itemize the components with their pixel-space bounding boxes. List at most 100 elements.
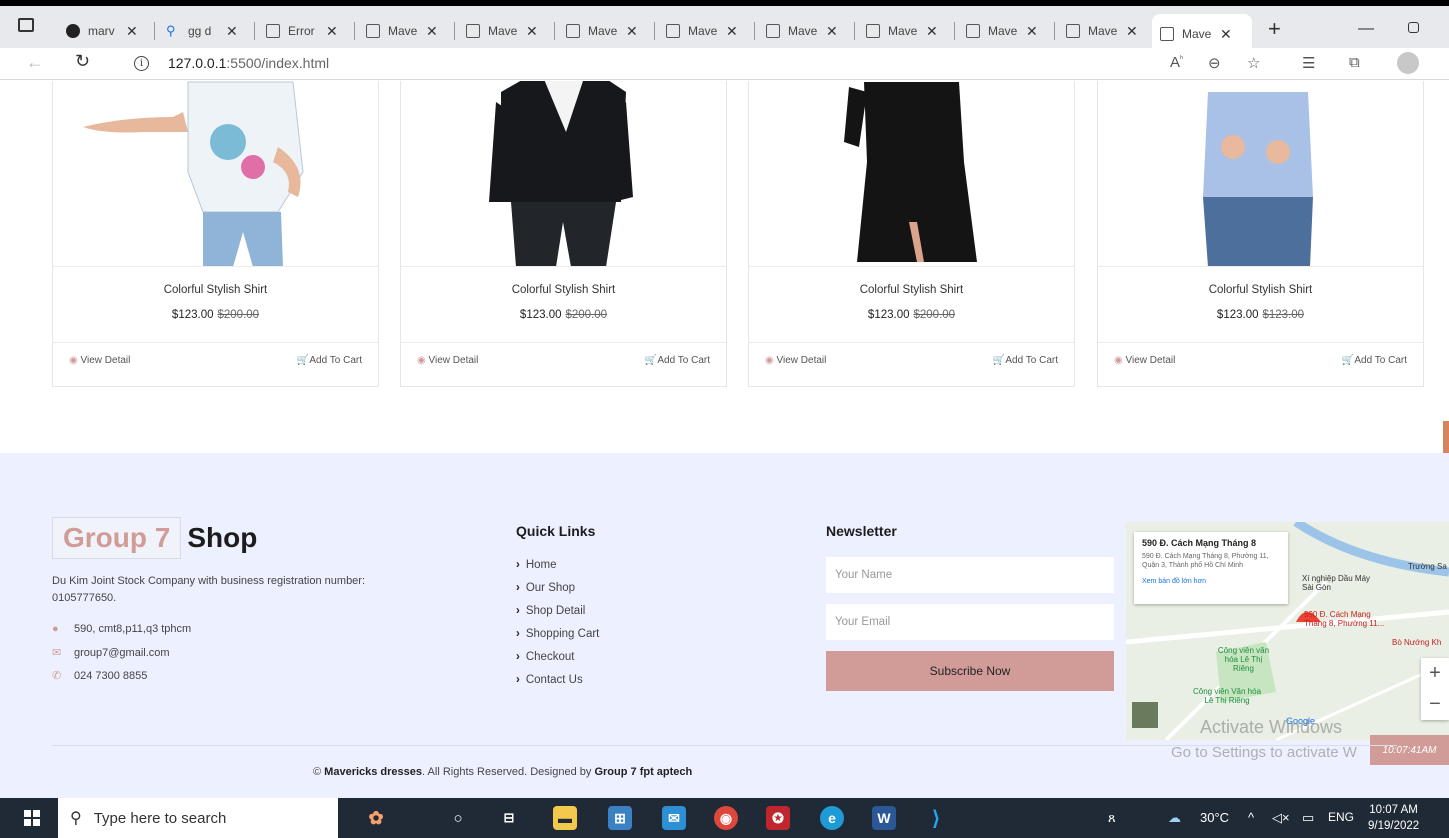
flower-widget-icon[interactable]: ✿	[356, 806, 396, 830]
taskbar-search[interactable]: ⚲ Type here to search	[58, 798, 338, 838]
read-aloud-icon[interactable]: Aʰ	[1170, 54, 1183, 71]
add-to-cart-link[interactable]: 🛒Add To Cart	[645, 355, 710, 366]
subscribe-button[interactable]: Subscribe Now	[826, 651, 1114, 691]
browser-tab[interactable]: Mave ✕	[758, 14, 850, 48]
collections-icon[interactable]: ⧉	[1349, 54, 1360, 71]
product-image[interactable]	[401, 81, 726, 267]
copyright-designer[interactable]: Group 7 fpt aptech	[594, 766, 692, 778]
close-icon[interactable]: ✕	[926, 23, 938, 40]
close-icon[interactable]: ✕	[726, 23, 738, 40]
close-icon[interactable]: ✕	[326, 23, 338, 40]
favorite-icon[interactable]: ☆	[1247, 54, 1260, 72]
chevron-right-icon: ›	[516, 628, 520, 640]
product-image[interactable]	[749, 81, 1074, 267]
browser-tab[interactable]: Mave ✕	[558, 14, 650, 48]
back-icon[interactable]: ←	[26, 52, 44, 73]
browser-tab[interactable]: Mave ✕	[658, 14, 750, 48]
cortana-icon[interactable]: ○	[446, 806, 470, 830]
volume-icon[interactable]: ◁×	[1272, 810, 1290, 826]
product-name[interactable]: Colorful Stylish Shirt	[401, 284, 726, 296]
chrome-icon[interactable]: ◉	[714, 806, 738, 830]
product-actions: ◉ View Detail 🛒Add To Cart	[401, 342, 726, 387]
word-icon[interactable]: W	[872, 806, 896, 830]
close-icon[interactable]: ✕	[526, 23, 538, 40]
map-larger-link[interactable]: Xem bản đồ lớn hơn	[1142, 578, 1280, 585]
url-field[interactable]: 127.0.0.1:5500/index.html	[168, 55, 329, 71]
quick-link-home[interactable]: › Home	[516, 559, 557, 571]
quick-link-contact-us[interactable]: › Contact Us	[516, 674, 583, 686]
add-to-cart-link[interactable]: 🛒Add To Cart	[1342, 355, 1407, 366]
close-icon[interactable]: ✕	[1126, 23, 1138, 40]
zoom-out-icon[interactable]: ⊖	[1208, 54, 1221, 72]
vscode-icon[interactable]: ⟩	[924, 806, 948, 830]
file-explorer-icon[interactable]: ▬	[553, 806, 577, 830]
browser-tab[interactable]: Mave ✕	[1058, 14, 1150, 48]
newsletter-email-input[interactable]: Your Email	[826, 604, 1114, 640]
battery-icon[interactable]: ▭	[1302, 810, 1314, 826]
footer-logo[interactable]: Group 7 Shop	[52, 517, 257, 559]
taskbar-clock[interactable]: 10:07 AM 9/19/2022	[1368, 802, 1419, 834]
phone-icon: ✆	[52, 670, 62, 682]
language-indicator[interactable]: ENG	[1328, 810, 1354, 824]
weather-temp[interactable]: 30°C	[1200, 810, 1229, 825]
close-icon[interactable]: ✕	[426, 23, 438, 40]
browser-tab[interactable]: Mave ✕	[458, 14, 550, 48]
product-name[interactable]: Colorful Stylish Shirt	[749, 284, 1074, 296]
cart-icon: 🛒	[644, 355, 658, 366]
quick-link-shop-detail[interactable]: › Shop Detail	[516, 605, 585, 617]
view-detail-link[interactable]: ◉ View Detail	[765, 355, 826, 366]
browser-tab[interactable]: Mave ✕	[858, 14, 950, 48]
show-hidden-icon[interactable]: ^	[1248, 810, 1254, 825]
clock-badge: 10:07:41AM	[1370, 735, 1449, 765]
embedded-map[interactable]: 590 Đ. Cách Mạng Tháng 8 590 Đ. Cách Mạn…	[1126, 522, 1449, 740]
zoom-out-icon[interactable]: −	[1421, 689, 1449, 720]
weather-icon[interactable]: ☁	[1168, 810, 1181, 826]
minimize-icon[interactable]: —	[1358, 20, 1374, 38]
quick-link-shopping-cart[interactable]: › Shopping Cart	[516, 628, 599, 640]
site-info-icon[interactable]: i	[134, 56, 149, 71]
restore-icon[interactable]	[1408, 22, 1419, 33]
newsletter-name-input[interactable]: Your Name	[826, 557, 1114, 593]
product-name[interactable]: Colorful Stylish Shirt	[1098, 284, 1423, 296]
product-image[interactable]	[53, 81, 378, 267]
profile-avatar[interactable]	[1397, 52, 1419, 74]
mail-icon[interactable]: ✉	[662, 806, 686, 830]
windows-start-icon[interactable]	[24, 810, 40, 826]
store-icon[interactable]: ⊞	[608, 806, 632, 830]
url-path: :5500/index.html	[226, 55, 330, 71]
close-icon[interactable]: ✕	[226, 23, 238, 40]
add-to-cart-link[interactable]: 🛒Add To Cart	[993, 355, 1058, 366]
edge-icon[interactable]: e	[820, 806, 844, 830]
quick-link-label: Shop Detail	[525, 605, 586, 617]
view-detail-link[interactable]: ◉ View Detail	[1114, 355, 1175, 366]
product-name[interactable]: Colorful Stylish Shirt	[53, 284, 378, 296]
quick-link-checkout[interactable]: › Checkout	[516, 651, 574, 663]
tab-actions-icon[interactable]	[18, 18, 34, 32]
view-detail-link[interactable]: ◉ View Detail	[69, 355, 130, 366]
close-icon[interactable]: ✕	[826, 23, 838, 40]
browser-tab[interactable]: Mave ✕	[358, 14, 450, 48]
close-icon[interactable]: ✕	[126, 23, 138, 40]
copyright-brand[interactable]: Mavericks dresses	[324, 766, 422, 778]
eye-icon: ◉	[1114, 355, 1123, 366]
add-to-cart-link[interactable]: 🛒Add To Cart	[297, 355, 362, 366]
close-icon[interactable]: ✕	[626, 23, 638, 40]
favorites-list-icon[interactable]: ☰	[1302, 54, 1315, 72]
quick-link-our-shop[interactable]: › Our Shop	[516, 582, 575, 594]
product-price: $123.00 $200.00	[749, 309, 1074, 321]
reload-icon[interactable]: ↻	[75, 51, 90, 72]
zoom-in-icon[interactable]: +	[1421, 658, 1449, 689]
search-icon: ⚲	[70, 810, 82, 827]
browser-tab[interactable]: ⚲ gg d ✕	[158, 14, 250, 48]
browser-tab[interactable]: Error ✕	[258, 14, 350, 48]
people-icon[interactable]: ጸ	[1108, 810, 1116, 826]
new-tab-icon[interactable]: +	[1268, 16, 1281, 42]
browser-tab[interactable]: Mave ✕	[958, 14, 1050, 48]
product-image[interactable]	[1098, 81, 1423, 267]
view-detail-link[interactable]: ◉ View Detail	[417, 355, 478, 366]
garena-icon[interactable]: ✪	[766, 806, 790, 830]
close-icon[interactable]: ✕	[1026, 23, 1038, 40]
close-icon[interactable]: ✕	[1220, 26, 1232, 43]
task-view-icon[interactable]: ⊟	[497, 806, 521, 830]
browser-tab[interactable]: marv ✕	[58, 14, 150, 48]
